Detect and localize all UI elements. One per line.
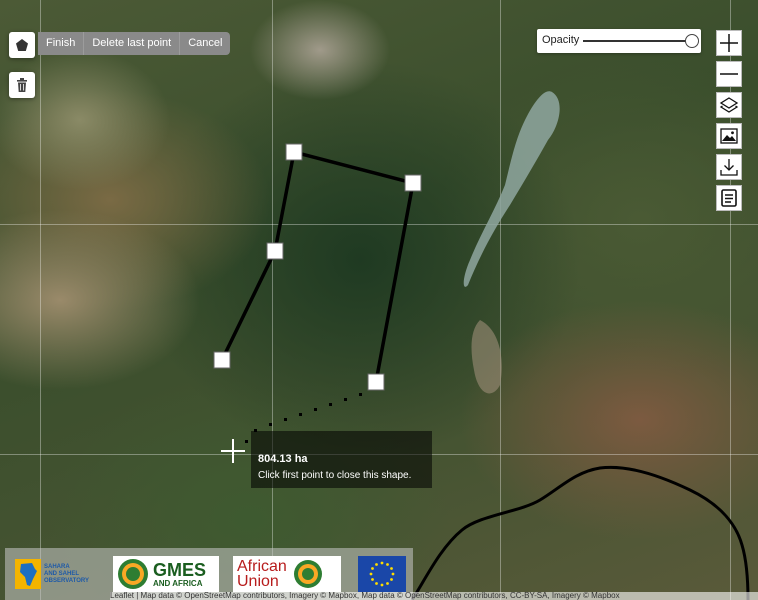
document-icon: [721, 189, 737, 207]
draw-actions-toolbar: Finish Delete last point Cancel: [38, 32, 231, 55]
pentagon-icon: [16, 39, 28, 51]
au-logo-text: Union: [237, 572, 279, 590]
finish-button[interactable]: Finish: [38, 32, 85, 55]
image-icon: [720, 128, 738, 144]
au-emblem-icon: [118, 559, 148, 589]
sass-logo-text: SAHARA: [44, 563, 70, 570]
polygon-vertex[interactable]: [266, 242, 284, 260]
boundary-line: [410, 465, 750, 600]
gmes-logo-text: GMES: [153, 559, 207, 580]
legend-button[interactable]: [716, 185, 742, 211]
crosshair-cursor-icon: [221, 439, 245, 463]
zoom-in-button[interactable]: [716, 30, 742, 56]
opacity-control: Opacity: [537, 29, 701, 53]
eu-flag-logo: [358, 556, 406, 592]
gmes-logo-text: AND AFRICA: [153, 578, 203, 588]
delete-layers-button[interactable]: [9, 72, 35, 98]
minus-icon: [720, 73, 738, 75]
dry-riverbed: [471, 320, 502, 394]
au-logo-text: African: [237, 557, 287, 575]
africa-map-icon: [15, 559, 41, 589]
cancel-button[interactable]: Cancel: [180, 32, 230, 55]
polygon-vertex[interactable]: [404, 174, 422, 192]
sass-logo-text: OBSERVATORY: [44, 577, 90, 584]
layers-icon: [719, 97, 739, 113]
map-attribution[interactable]: Leaflet | Map data © OpenStreetMap contr…: [110, 592, 758, 600]
opacity-label: Opacity: [542, 34, 580, 46]
close-shape-hint: Click first point to close this shape.: [258, 470, 412, 481]
basemap-image-button[interactable]: [716, 123, 742, 149]
sass-logo-text: AND SAHEL: [44, 570, 80, 577]
african-union-logo: African Union: [233, 556, 341, 592]
delete-last-point-button[interactable]: Delete last point: [84, 32, 181, 55]
trash-icon: [17, 78, 27, 92]
download-button[interactable]: [716, 154, 742, 180]
download-icon: [720, 159, 738, 176]
measurement-tooltip: 804.13 ha Click first point to close thi…: [251, 431, 432, 488]
polygon-vertex[interactable]: [285, 143, 303, 161]
satellite-map[interactable]: [0, 0, 758, 600]
au-emblem-icon: [293, 560, 322, 588]
polygon-vertex-first[interactable]: [213, 351, 231, 369]
opacity-slider-track[interactable]: [583, 40, 691, 42]
lake-shape: [463, 91, 560, 287]
zoom-out-button[interactable]: [716, 61, 742, 87]
drawn-polygon-line: [220, 149, 416, 383]
gmes-africa-logo: GMES AND AFRICA: [113, 556, 219, 592]
polygon-vertex[interactable]: [367, 373, 385, 391]
layers-button[interactable]: [716, 92, 742, 118]
sahara-sahel-observatory-logo: SAHARA AND SAHEL OBSERVATORY: [15, 556, 97, 592]
measured-area: 804.13 ha: [258, 453, 308, 465]
plus-icon: [720, 34, 738, 52]
draw-polygon-button[interactable]: [9, 32, 35, 58]
map-overlay: [213, 91, 750, 600]
eu-stars-icon: [369, 561, 395, 587]
opacity-slider-handle[interactable]: [685, 34, 699, 48]
